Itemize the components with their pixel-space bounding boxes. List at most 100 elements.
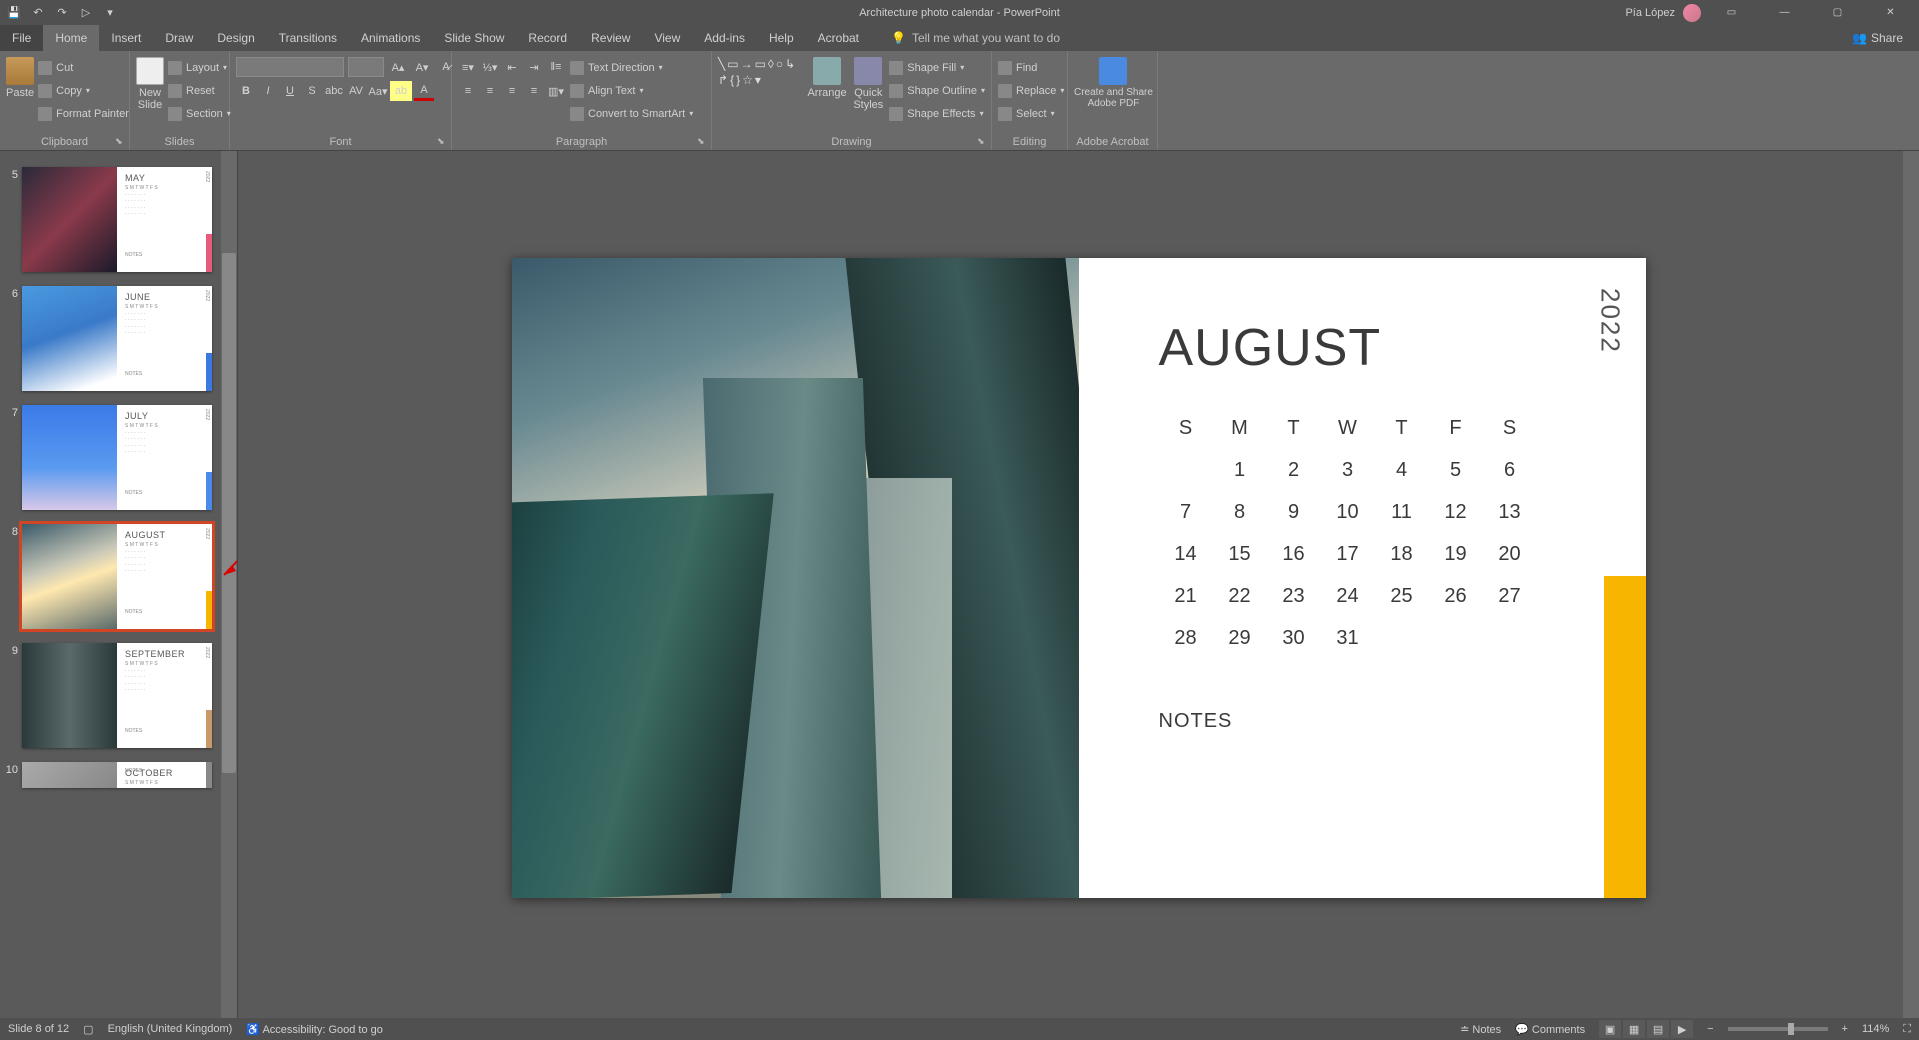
tab-review[interactable]: Review bbox=[579, 25, 642, 51]
highlight-button[interactable]: ab bbox=[390, 81, 412, 101]
language-indicator[interactable]: English (United Kingdom) bbox=[108, 1023, 233, 1035]
slide-calendar[interactable]: 2022 AUGUST SMTWTFS123456789101112131415… bbox=[1079, 258, 1646, 898]
arrange-button[interactable]: Arrange bbox=[807, 57, 848, 99]
slide-sorter-view-button[interactable]: ▦ bbox=[1623, 1020, 1645, 1038]
section-button[interactable]: Section ▾ bbox=[168, 103, 231, 124]
font-color-button[interactable]: A bbox=[414, 81, 434, 101]
replace-button[interactable]: Replace ▾ bbox=[998, 80, 1064, 101]
thumbnails-scrollbar[interactable] bbox=[221, 151, 237, 1018]
tab-record[interactable]: Record bbox=[516, 25, 579, 51]
tab-insert[interactable]: Insert bbox=[99, 25, 153, 51]
shape-roundrect-icon[interactable]: ◊ bbox=[768, 57, 774, 71]
reading-view-button[interactable]: ▤ bbox=[1647, 1020, 1669, 1038]
shape-rect2-icon[interactable]: ▭ bbox=[755, 57, 766, 71]
share-button[interactable]: 👥 Share bbox=[1852, 25, 1919, 51]
shape-arrow-icon[interactable]: → bbox=[741, 57, 753, 71]
change-case-button[interactable]: Aa▾ bbox=[368, 81, 388, 101]
font-dialog-launcher[interactable]: ⬊ bbox=[437, 136, 449, 148]
line-spacing-button[interactable]: ‖≡ bbox=[546, 57, 566, 77]
shape-brace-icon[interactable]: { bbox=[730, 73, 734, 87]
close-button[interactable]: ✕ bbox=[1868, 0, 1913, 25]
tab-draw[interactable]: Draw bbox=[153, 25, 205, 51]
shape-rect-icon[interactable]: ▭ bbox=[727, 57, 738, 71]
align-center-button[interactable]: ≡ bbox=[480, 81, 500, 101]
accessibility-indicator[interactable]: ♿ Accessibility: Good to go bbox=[246, 1023, 383, 1036]
decrease-indent-button[interactable]: ⇤ bbox=[502, 57, 522, 77]
bold-button[interactable]: B bbox=[236, 81, 256, 101]
shape-oval-icon[interactable]: ○ bbox=[776, 57, 783, 71]
bullets-button[interactable]: ≡▾ bbox=[458, 57, 478, 77]
tab-help[interactable]: Help bbox=[757, 25, 806, 51]
shape-outline-button[interactable]: Shape Outline ▾ bbox=[889, 80, 985, 101]
shape-fill-button[interactable]: Shape Fill ▾ bbox=[889, 57, 985, 78]
shape-brace2-icon[interactable]: } bbox=[736, 73, 740, 87]
thumbnail-slide[interactable]: 2022SEPTEMBERS M T W T F S· · · · · · ··… bbox=[22, 643, 212, 748]
font-family-combo[interactable] bbox=[236, 57, 344, 77]
drawing-dialog-launcher[interactable]: ⬊ bbox=[977, 136, 989, 148]
thumbnail-slide[interactable]: 2022JUNES M T W T F S· · · · · · ·· · · … bbox=[22, 286, 212, 391]
shape-connector-icon[interactable]: ↳ bbox=[785, 57, 795, 71]
paste-button[interactable]: Paste bbox=[6, 57, 34, 99]
user-avatar-icon[interactable] bbox=[1683, 4, 1701, 22]
text-direction-button[interactable]: Text Direction ▾ bbox=[570, 57, 693, 78]
tell-me-search[interactable]: 💡 Tell me what you want to do bbox=[891, 25, 1060, 51]
qat-customize-icon[interactable]: ▾ bbox=[102, 5, 118, 21]
new-slide-button[interactable]: New Slide bbox=[136, 57, 164, 111]
shape-star-icon[interactable]: ☆ bbox=[742, 73, 753, 87]
maximize-button[interactable]: ▢ bbox=[1815, 0, 1860, 25]
tab-animations[interactable]: Animations bbox=[349, 25, 432, 51]
thumbnail-slide[interactable]: 2022MAYS M T W T F S· · · · · · ·· · · ·… bbox=[22, 167, 212, 272]
layout-button[interactable]: Layout ▾ bbox=[168, 57, 231, 78]
create-share-pdf-button[interactable]: Create and Share Adobe PDF bbox=[1074, 57, 1153, 109]
slide-photo[interactable] bbox=[512, 258, 1079, 898]
tab-slide-show[interactable]: Slide Show bbox=[432, 25, 516, 51]
current-slide[interactable]: 2022 AUGUST SMTWTFS123456789101112131415… bbox=[512, 258, 1646, 898]
start-from-beginning-icon[interactable]: ▷ bbox=[78, 5, 94, 21]
comments-button[interactable]: 💬 Comments bbox=[1515, 1023, 1585, 1036]
tab-transitions[interactable]: Transitions bbox=[267, 25, 349, 51]
select-button[interactable]: Select ▾ bbox=[998, 103, 1055, 124]
align-left-button[interactable]: ≡ bbox=[458, 81, 478, 101]
thumbnail-slide[interactable]: 2022JULYS M T W T F S· · · · · · ·· · · … bbox=[22, 405, 212, 510]
copy-button[interactable]: Copy ▾ bbox=[38, 80, 129, 101]
font-size-combo[interactable] bbox=[348, 57, 384, 77]
columns-button[interactable]: ▥▾ bbox=[546, 81, 566, 101]
slide-indicator[interactable]: Slide 8 of 12 bbox=[8, 1023, 69, 1035]
shadow-button[interactable]: abc bbox=[324, 81, 344, 101]
quick-styles-button[interactable]: Quick Styles bbox=[851, 57, 885, 111]
tab-file[interactable]: File bbox=[0, 25, 43, 51]
slideshow-view-button[interactable]: ▶ bbox=[1671, 1020, 1693, 1038]
minimize-button[interactable]: — bbox=[1762, 0, 1807, 25]
redo-icon[interactable]: ↷ bbox=[54, 5, 70, 21]
find-button[interactable]: Find bbox=[998, 57, 1037, 78]
paragraph-dialog-launcher[interactable]: ⬊ bbox=[697, 136, 709, 148]
shape-effects-button[interactable]: Shape Effects ▾ bbox=[889, 103, 985, 124]
italic-button[interactable]: I bbox=[258, 81, 278, 101]
convert-smartart-button[interactable]: Convert to SmartArt ▾ bbox=[570, 103, 693, 124]
underline-button[interactable]: U bbox=[280, 81, 300, 101]
spelling-icon[interactable]: ▢ bbox=[83, 1023, 93, 1036]
zoom-in-button[interactable]: + bbox=[1842, 1023, 1848, 1035]
align-right-button[interactable]: ≡ bbox=[502, 81, 522, 101]
shapes-gallery[interactable]: ╲▭→▭◊○ ↳↱{}☆▾ bbox=[718, 57, 803, 87]
increase-indent-button[interactable]: ⇥ bbox=[524, 57, 544, 77]
zoom-percent[interactable]: 114% bbox=[1862, 1023, 1889, 1035]
justify-button[interactable]: ≡ bbox=[524, 81, 544, 101]
numbering-button[interactable]: ⅓▾ bbox=[480, 57, 500, 77]
thumbnail-slide[interactable]: 2022AUGUSTS M T W T F S· · · · · · ·· · … bbox=[22, 524, 212, 629]
tab-view[interactable]: View bbox=[642, 25, 692, 51]
fit-to-window-button[interactable]: ⛶ bbox=[1903, 1023, 1911, 1036]
ribbon-display-options-icon[interactable]: ▭ bbox=[1709, 0, 1754, 25]
decrease-font-icon[interactable]: A▾ bbox=[412, 57, 432, 77]
shape-more-icon[interactable]: ▾ bbox=[755, 73, 761, 87]
undo-icon[interactable]: ↶ bbox=[30, 5, 46, 21]
save-icon[interactable]: 💾 bbox=[6, 5, 22, 21]
tab-design[interactable]: Design bbox=[205, 25, 266, 51]
increase-font-icon[interactable]: A▴ bbox=[388, 57, 408, 77]
zoom-slider[interactable] bbox=[1728, 1027, 1828, 1031]
shape-connector2-icon[interactable]: ↱ bbox=[718, 73, 728, 87]
cut-button[interactable]: Cut bbox=[38, 57, 129, 78]
clipboard-dialog-launcher[interactable]: ⬊ bbox=[115, 136, 127, 148]
zoom-out-button[interactable]: − bbox=[1707, 1023, 1713, 1035]
reset-button[interactable]: Reset bbox=[168, 80, 231, 101]
